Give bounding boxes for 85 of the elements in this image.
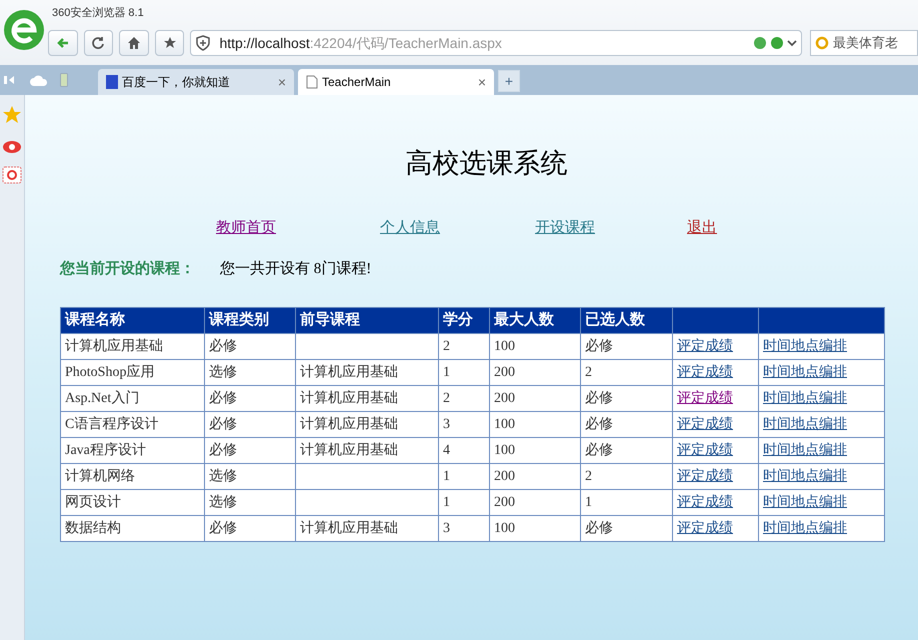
status-icons [752, 35, 797, 51]
table-cell: 计算机应用基础 [60, 334, 204, 360]
address-bar[interactable]: http://localhost:42204/代码/TeacherMain.aspx [190, 30, 802, 56]
browser-tab[interactable]: 百度一下，你就知道 × [98, 69, 294, 95]
table-cell: 200 [490, 490, 580, 516]
table-cell: 必修 [580, 438, 672, 464]
star-icon[interactable] [2, 105, 22, 125]
table-cell: 1 [438, 464, 490, 490]
table-cell: 100 [490, 438, 580, 464]
table-cell: 网页设计 [60, 490, 204, 516]
summary-label: 您当前开设的课程： [60, 260, 196, 279]
table-cell: 1 [580, 490, 672, 516]
table-cell: 必修 [580, 412, 672, 438]
table-cell: 100 [490, 334, 580, 360]
tab-close-button[interactable]: × [478, 72, 486, 92]
table-cell: Java程序设计 [60, 438, 204, 464]
table-cell: PhotoShop应用 [60, 360, 204, 386]
url-text: http://localhost:42204/代码/TeacherMain.aspx [219, 34, 502, 53]
back-button[interactable] [48, 30, 78, 56]
table-cell: 选修 [204, 464, 296, 490]
table-cell: 必修 [204, 516, 296, 542]
table-cell: 必修 [580, 516, 672, 542]
home-button[interactable] [119, 30, 149, 56]
table-cell: 3 [438, 412, 490, 438]
table-cell: 必修 [204, 412, 296, 438]
table-cell: 必修 [204, 334, 296, 360]
mail-icon[interactable] [2, 165, 22, 185]
summary-text: 您一共开设有 8门课程! [220, 259, 372, 279]
table-cell: 2 [580, 360, 672, 386]
table-cell: 计算机应用基础 [296, 516, 438, 542]
nav-link[interactable]: 个人信息 [380, 217, 535, 241]
browser-logo-icon [2, 8, 46, 52]
column-header: 课程类别 [204, 308, 296, 334]
search-field[interactable]: 最美体育老 [810, 30, 918, 56]
home-icon [127, 36, 142, 50]
column-header: 学分 [438, 308, 490, 334]
table-cell: 1 [438, 490, 490, 516]
nav-link[interactable]: 教师首页 [216, 217, 380, 241]
table-cell: 100 [490, 412, 580, 438]
nav-link[interactable]: 开设课程 [535, 217, 687, 241]
table-cell: 计算机应用基础 [296, 438, 438, 464]
browser-tab[interactable]: TeacherMain × [298, 69, 494, 95]
table-cell: 必修 [580, 334, 672, 360]
refresh-button[interactable] [84, 30, 114, 56]
table-cell: 选修 [204, 360, 296, 386]
search-icon [814, 36, 829, 50]
refresh-icon [91, 36, 106, 50]
star-icon [162, 36, 177, 50]
column-header: 最大人数 [490, 308, 580, 334]
shield-icon [195, 35, 212, 51]
table-cell: 计算机应用基础 [296, 412, 438, 438]
tab-label: 百度一下，你就知道 [122, 74, 231, 91]
table-cell: C语言程序设计 [60, 412, 204, 438]
table-cell: 计算机网络 [60, 464, 204, 490]
browser-title: 360安全浏览器 8.1 [52, 6, 144, 21]
table-cell: 2 [438, 334, 490, 360]
table-cell: 必修 [580, 386, 672, 412]
table-cell: 200 [490, 464, 580, 490]
table-cell: 100 [490, 516, 580, 542]
page-icon [306, 75, 318, 89]
back-arrow-icon [56, 36, 70, 50]
table-cell: 必修 [204, 438, 296, 464]
table-cell: 计算机应用基础 [296, 386, 438, 412]
favorite-button[interactable] [154, 30, 184, 56]
column-header: 课程名称 [60, 308, 204, 334]
table-cell: 2 [580, 464, 672, 490]
tab-close-button[interactable]: × [278, 72, 286, 92]
table-cell: 200 [490, 386, 580, 412]
table-cell: 必修 [204, 386, 296, 412]
new-tab-button[interactable]: + [498, 70, 520, 92]
table-cell: 1 [438, 360, 490, 386]
table-cell: Asp.Net入门 [60, 386, 204, 412]
table-cell: 选修 [204, 490, 296, 516]
table-cell: 2 [438, 386, 490, 412]
tab-label: TeacherMain [322, 74, 392, 91]
search-input[interactable]: 最美体育老 [832, 33, 913, 53]
table-cell: 200 [490, 360, 580, 386]
nav-link[interactable]: 退出 [687, 217, 747, 241]
table-cell: 4 [438, 438, 490, 464]
table-cell: 数据结构 [60, 516, 204, 542]
column-header: 前导课程 [296, 308, 438, 334]
table-cell: 3 [438, 516, 490, 542]
page-title: 高校选课系统 [406, 146, 568, 180]
column-header: 已选人数 [580, 308, 672, 334]
table-cell: 计算机应用基础 [296, 360, 438, 386]
